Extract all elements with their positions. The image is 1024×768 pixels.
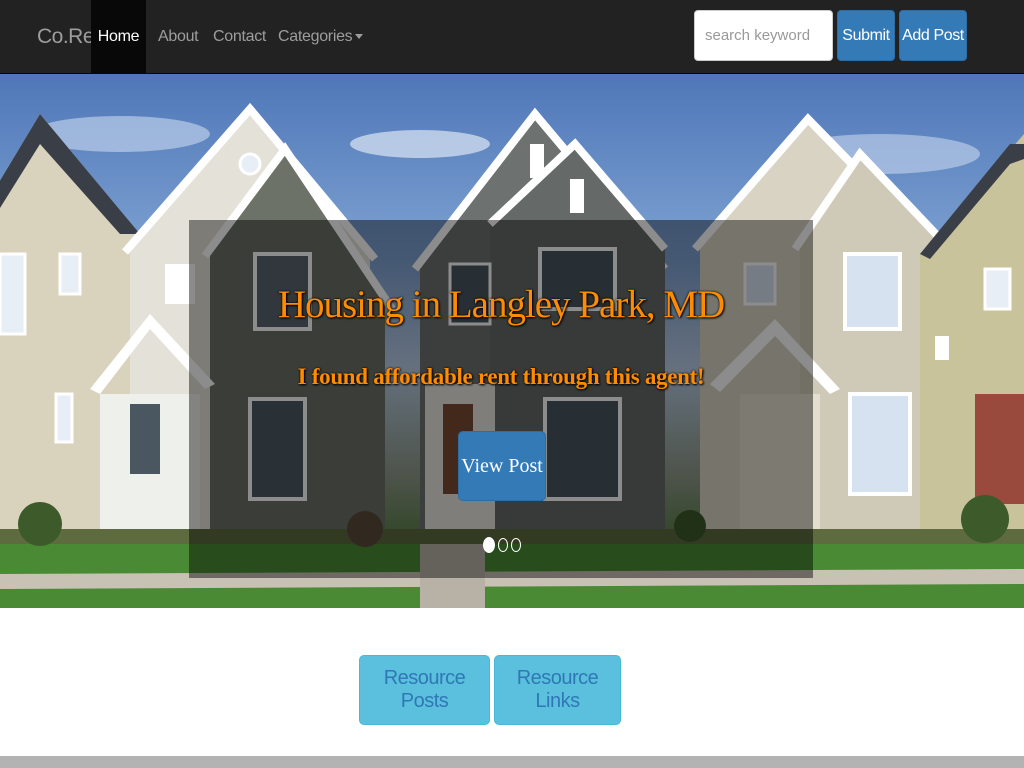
brand-logo[interactable]: Co.Re <box>37 0 95 73</box>
nav-categories-dropdown[interactable]: Categories <box>278 0 364 73</box>
caption-title: Housing in Langley Park, MD <box>277 283 725 326</box>
resource-links-button[interactable]: Resource Links <box>494 655 621 725</box>
nav-categories-label: Categories <box>278 28 353 45</box>
hero-carousel[interactable]: Housing in Langley Park, MD I found affo… <box>0 74 1024 608</box>
carousel-caption: Housing in Langley Park, MD I found affo… <box>189 220 813 578</box>
nav-contact[interactable]: Contact <box>213 0 266 73</box>
carousel-indicator-2[interactable] <box>498 538 508 552</box>
resource-posts-button[interactable]: Resource Posts <box>359 655 490 725</box>
add-post-button[interactable]: Add Post <box>899 10 967 61</box>
nav-about[interactable]: About <box>158 0 199 73</box>
chevron-down-icon <box>355 34 364 40</box>
nav-home[interactable]: Home <box>91 0 146 73</box>
submit-button[interactable]: Submit <box>837 10 895 61</box>
footer-bar <box>0 756 1024 768</box>
carousel-indicator-3[interactable] <box>511 538 521 552</box>
caption-subtitle: I found affordable rent through this age… <box>297 364 705 389</box>
navbar: Co.Re Home About Contact Categories Subm… <box>0 0 1024 74</box>
search-input[interactable] <box>694 10 833 61</box>
carousel-indicator-1[interactable] <box>483 537 495 553</box>
view-post-button[interactable]: View Post <box>458 431 546 501</box>
